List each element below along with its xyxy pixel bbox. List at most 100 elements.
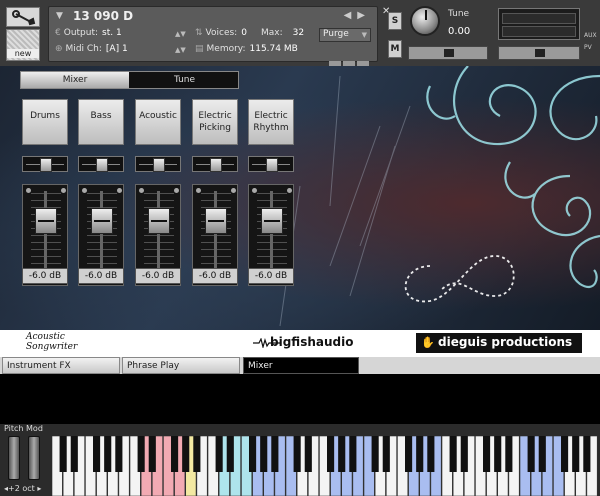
black-key[interactable] — [293, 436, 301, 472]
mixer-panel: Mixer Tune Drums -6.0 dB Bass -6.0 dB Acoust… — [0, 66, 600, 330]
black-key[interactable] — [494, 436, 502, 472]
channel-pan-slider[interactable] — [135, 156, 181, 172]
channel-pan-slider[interactable] — [78, 156, 124, 172]
fader-knob[interactable] — [261, 208, 283, 235]
product-name-line1: Acoustic — [26, 332, 65, 342]
black-key[interactable] — [70, 436, 78, 472]
channel-volume-readout: -6.0 dB — [135, 268, 181, 284]
black-key[interactable] — [583, 436, 591, 472]
screw-icon — [139, 188, 144, 193]
instrument-name[interactable]: 13 090 D — [73, 9, 133, 23]
black-key[interactable] — [260, 436, 268, 472]
channel-button[interactable]: Electric Rhythm — [248, 99, 294, 145]
black-key[interactable] — [182, 436, 190, 472]
black-key[interactable] — [249, 436, 257, 472]
black-key[interactable] — [115, 436, 123, 472]
screw-icon — [252, 188, 257, 193]
black-key[interactable] — [338, 436, 346, 472]
black-key[interactable] — [416, 436, 424, 472]
volume-slider[interactable] — [498, 46, 580, 60]
midi-channel-label: Midi Ch: — [65, 44, 102, 54]
solo-button[interactable]: S — [388, 12, 402, 30]
black-key[interactable] — [405, 436, 413, 472]
black-key[interactable] — [538, 436, 546, 472]
pitch-wheel[interactable] — [8, 436, 20, 480]
screw-icon — [82, 188, 87, 193]
wrench-icon — [12, 10, 36, 26]
fader-knob[interactable] — [205, 208, 227, 235]
tab-mixer-bottom[interactable]: Mixer — [243, 357, 359, 374]
black-key[interactable] — [460, 436, 468, 472]
channel-button[interactable]: Drums — [22, 99, 68, 145]
max-voices-value[interactable]: 32 — [293, 28, 304, 38]
black-key[interactable] — [449, 436, 457, 472]
black-key[interactable] — [215, 436, 223, 472]
product-logo: Acoustic Songwriter — [26, 332, 77, 352]
black-key[interactable] — [505, 436, 513, 472]
output-dropdown-icon[interactable]: ▲▼ — [175, 30, 186, 38]
channel-name-line2: Picking — [199, 123, 231, 133]
prev-instrument-icon[interactable]: ◀ — [344, 10, 358, 21]
fader-knob[interactable] — [35, 208, 57, 235]
pan-slider[interactable] — [408, 46, 488, 60]
output-select[interactable]: st. 1 — [102, 28, 122, 38]
black-key[interactable] — [193, 436, 201, 472]
max-label: Max: — [261, 28, 283, 38]
tune-value[interactable]: 0.00 — [448, 26, 470, 37]
tab-phrase-play[interactable]: Phrase Play — [122, 357, 240, 374]
tab-tune[interactable]: Tune — [131, 72, 238, 88]
midi-dropdown-icon[interactable]: ▲▼ — [175, 46, 186, 54]
mute-button[interactable]: M — [388, 40, 402, 58]
octave-shift[interactable]: ◂+2 oct ▸ — [4, 484, 41, 493]
channel-pan-slider[interactable] — [248, 156, 294, 172]
channel-button[interactable]: Acoustic — [135, 99, 181, 145]
channel-pan-slider[interactable] — [22, 156, 68, 172]
pitch-mod-label: Pitch Mod — [4, 424, 43, 433]
black-key[interactable] — [382, 436, 390, 472]
black-key[interactable] — [527, 436, 535, 472]
black-key[interactable] — [137, 436, 145, 472]
new-label: new — [7, 49, 39, 58]
aux-button[interactable]: AUX — [584, 32, 597, 39]
black-key[interactable] — [148, 436, 156, 472]
black-key[interactable] — [572, 436, 580, 472]
tune-knob[interactable] — [410, 6, 440, 36]
black-key[interactable] — [171, 436, 179, 472]
purge-label: Purge — [323, 29, 349, 39]
purge-dropdown[interactable]: Purge ▼ — [319, 28, 371, 42]
fader-knob[interactable] — [148, 208, 170, 235]
screw-icon — [174, 188, 179, 193]
black-key[interactable] — [271, 436, 279, 472]
channel-button[interactable]: Electric Picking — [192, 99, 238, 145]
channel-button[interactable]: Bass — [78, 99, 124, 145]
tab-instrument-fx[interactable]: Instrument FX — [2, 357, 120, 374]
black-key[interactable] — [226, 436, 234, 472]
pv-button[interactable]: PV — [584, 44, 592, 51]
tab-mixer[interactable]: Mixer — [21, 72, 129, 88]
black-key[interactable] — [93, 436, 101, 472]
black-key[interactable] — [304, 436, 312, 472]
branding-footer: Acoustic Songwriter bigfishaudio ✋ diegu… — [0, 330, 600, 357]
black-key[interactable] — [327, 436, 335, 472]
fader-knob[interactable] — [91, 208, 113, 235]
midi-channel-select[interactable]: [A] 1 — [106, 44, 128, 54]
channel-name-line1: Bass — [90, 111, 112, 121]
black-key[interactable] — [349, 436, 357, 472]
channel-pan-slider[interactable] — [192, 156, 238, 172]
developer-mark-icon: ✋ — [421, 336, 435, 349]
black-key[interactable] — [371, 436, 379, 472]
next-instrument-icon[interactable]: ▶ — [357, 10, 371, 21]
mod-wheel[interactable] — [28, 436, 40, 480]
instrument-options-button[interactable] — [6, 7, 40, 27]
collapse-arrow-icon[interactable]: ▼ — [56, 11, 63, 21]
memory-row: ▤ Memory: 115.74 MB — [195, 44, 298, 54]
new-instrument-button[interactable]: new — [6, 29, 40, 61]
black-key[interactable] — [561, 436, 569, 472]
channel-volume-readout: -6.0 dB — [22, 268, 68, 284]
midi-row: ⊕ Midi Ch: [A] 1 — [55, 44, 128, 54]
black-key[interactable] — [427, 436, 435, 472]
black-key[interactable] — [59, 436, 67, 472]
piano-keyboard[interactable] — [52, 436, 598, 496]
black-key[interactable] — [483, 436, 491, 472]
black-key[interactable] — [104, 436, 112, 472]
